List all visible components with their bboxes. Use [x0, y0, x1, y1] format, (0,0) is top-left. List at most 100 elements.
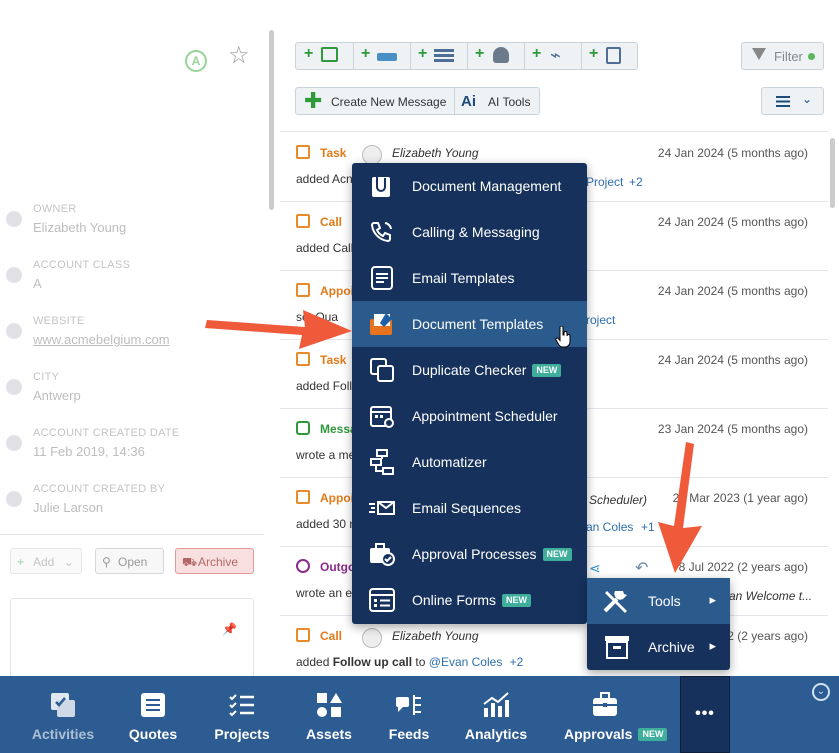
collapse-chevron-icon[interactable]: ⌄ — [812, 683, 830, 701]
duplicate-icon — [370, 358, 394, 382]
menu-item-label: Document Management — [412, 178, 561, 194]
menu-item-text: Online Forms — [412, 592, 497, 608]
menu-item-email-templates[interactable]: Email Templates — [352, 255, 587, 301]
feed-item[interactable]: Call Elizabeth Young 2 (2 years ago) add… — [280, 615, 828, 684]
feed-item-mention[interactable]: @Evan Coles — [429, 655, 503, 669]
menu-item-document-templates[interactable]: Document Templates — [352, 301, 587, 348]
created-date-label: ACCOUNT CREATED DATE — [33, 427, 180, 439]
paperclip-icon: ⌁ — [550, 45, 561, 65]
pin-icon[interactable]: 📌 — [222, 622, 237, 636]
nav-label-text: Approvals — [564, 726, 633, 742]
website-label: WEBSITE — [33, 315, 85, 327]
left-divider — [0, 534, 264, 535]
ai-icon: Ai — [461, 93, 476, 110]
submenu-item-archive[interactable]: Archive ▸ — [587, 624, 730, 670]
menu-item-email-sequences[interactable]: Email Sequences — [352, 485, 587, 531]
menu-item-label: Duplicate Checker NEW — [412, 362, 562, 378]
menu-item-text: Document Templates — [412, 316, 544, 332]
person-icon — [493, 47, 509, 63]
list-icon — [434, 49, 454, 63]
submenu-item-label: Archive — [648, 639, 695, 655]
archive-icon — [605, 636, 629, 659]
feed-scrollbar[interactable] — [830, 138, 835, 208]
menu-item-duplicate-checker[interactable]: Duplicate Checker NEW — [352, 347, 587, 393]
menu-item-online-forms[interactable]: Online Forms NEW — [352, 577, 587, 623]
open-button[interactable]: ⚲ Open — [95, 548, 164, 574]
annotation-arrow-down — [658, 442, 702, 573]
nav-approvals[interactable]: Approvals NEW — [560, 676, 668, 753]
note-edit-icon — [606, 47, 621, 64]
add-message-button[interactable]: + — [296, 43, 354, 69]
hand-cursor-icon — [555, 326, 571, 348]
add-button[interactable]: + Add ⌄ — [10, 548, 82, 574]
left-scrollbar[interactable] — [269, 30, 274, 210]
menu-item-approval-processes[interactable]: Approval Processes NEW — [352, 531, 587, 577]
appointment-icon — [377, 53, 397, 61]
add-button-label: Add — [33, 555, 55, 569]
feed-item-type: Appoi — [320, 491, 354, 505]
feed-item-link[interactable]: roject — [586, 313, 615, 327]
chevron-down-icon: ⌄ — [802, 92, 813, 106]
email-template-icon — [371, 266, 393, 290]
tools-icon — [603, 591, 627, 613]
menu-item-appointment-scheduler[interactable]: Appointment Scheduler — [352, 393, 587, 439]
created-date-value: 11 Feb 2019, 14:36 — [33, 444, 145, 459]
feed-item-title[interactable]: Follow up call — [333, 655, 412, 669]
website-link[interactable]: www.acmebelgium.com — [33, 332, 170, 347]
feed-item-count[interactable]: +2 — [510, 655, 524, 669]
view-options-button[interactable]: ⌄ — [761, 87, 824, 115]
call-icon — [296, 628, 310, 642]
menu-item-document-management[interactable]: Document Management — [352, 163, 587, 209]
nav-quotes[interactable]: Quotes — [113, 676, 193, 753]
nav-label: Assets — [306, 726, 352, 742]
ai-tools-label: AI Tools — [488, 95, 531, 109]
feed-item-link[interactable]: an Welcome t... — [729, 589, 812, 603]
feed-item-link[interactable]: an Coles — [586, 520, 633, 534]
form-icon — [369, 588, 395, 612]
task-check-icon — [296, 145, 310, 159]
feed-item-link[interactable]: Project — [586, 175, 623, 189]
feed-item-count[interactable]: +2 — [629, 175, 643, 189]
filter-button[interactable]: Filter — [741, 42, 824, 70]
reply-icon[interactable]: ↶ — [635, 558, 648, 578]
menu-item-text: Calling & Messaging — [412, 224, 540, 240]
feed-item-type: Call — [320, 629, 343, 643]
menu-item-calling-messaging[interactable]: Calling & Messaging — [352, 209, 587, 255]
archive-button[interactable]: ⛟ Archive — [175, 548, 254, 574]
nav-activities[interactable]: Activities — [20, 676, 106, 753]
quotes-icon — [141, 693, 165, 717]
feed-item-type: Task — [320, 146, 347, 160]
favorite-star-icon[interactable]: ☆ — [228, 44, 252, 68]
approvals-icon — [593, 692, 617, 716]
account-class-label: ACCOUNT CLASS — [33, 259, 131, 271]
nav-assets[interactable]: Assets — [290, 676, 368, 753]
plus-icon: + — [589, 45, 599, 62]
more-button[interactable]: ••• — [680, 676, 730, 753]
archive-button-label: Archive — [198, 555, 239, 569]
feed-item-date: 24 Jan 2024 (5 months ago) — [657, 284, 808, 298]
more-submenu: Tools ▸ Archive ▸ — [587, 578, 730, 670]
nav-feeds[interactable]: Feeds — [372, 676, 446, 753]
create-new-message-label: Create New Message — [331, 95, 447, 109]
add-list-button[interactable]: + — [410, 43, 468, 69]
nav-label: Projects — [214, 726, 270, 742]
city-label: CITY — [33, 371, 60, 383]
open-button-label: Open — [118, 555, 148, 569]
menu-item-automatizer[interactable]: Automatizer — [352, 439, 587, 485]
city-icon — [6, 379, 22, 395]
create-new-message-button[interactable]: ✚ Create New Message — [295, 87, 455, 115]
nav-projects[interactable]: Projects — [202, 676, 282, 753]
add-attachment-button[interactable]: + ⌁ — [524, 43, 582, 69]
nav-analytics[interactable]: Analytics — [455, 676, 537, 753]
add-contact-button[interactable]: + — [467, 43, 525, 69]
city-value: Antwerp — [33, 388, 81, 403]
archive-icon: ⛟ — [182, 555, 198, 569]
add-note-button[interactable]: + — [581, 43, 637, 69]
submenu-item-tools[interactable]: Tools ▸ — [587, 578, 730, 624]
plus-icon: + — [418, 45, 428, 62]
add-appointment-button[interactable]: + — [353, 43, 411, 69]
feed-item-text: added Follow up call to @Evan Coles +2 — [296, 655, 523, 669]
share-icon[interactable]: ⋖ — [589, 560, 601, 577]
feed-item-date: 2 (2 years ago) — [727, 629, 808, 643]
ai-tools-button[interactable]: Ai AI Tools — [455, 87, 540, 115]
